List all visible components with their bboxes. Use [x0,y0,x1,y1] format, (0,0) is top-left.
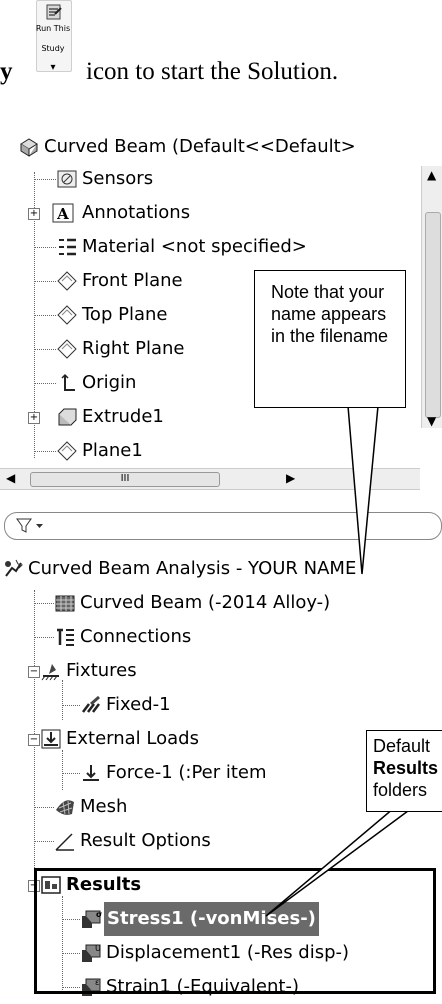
callout-default-line1: Default [373,736,431,756]
callout-default-bold: Results [373,758,439,778]
callout-name-note: Note that your name appears in the filen… [254,270,406,408]
callout-name-note-text: Note that your name appears in the filen… [271,282,389,346]
callout-pointers [265,405,413,917]
callout-default-results: Default Results folders [366,730,442,812]
callout-default-line3: folders [373,780,428,800]
